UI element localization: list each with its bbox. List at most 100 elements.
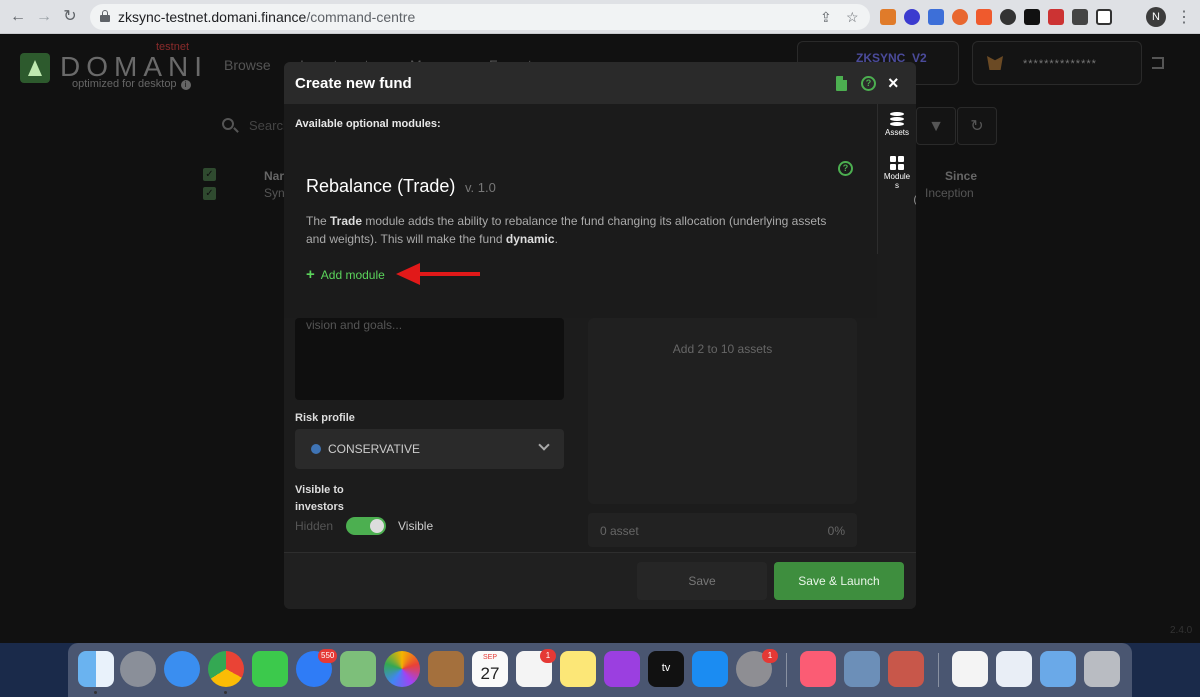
reminders-badge: 1 xyxy=(540,649,556,663)
extension-icon-globe[interactable] xyxy=(1000,9,1016,25)
pdf-icon[interactable] xyxy=(836,76,847,91)
extension-icon-burst[interactable] xyxy=(952,9,968,25)
asset-count: 0 asset xyxy=(600,524,639,538)
facetime-icon[interactable] xyxy=(252,651,288,687)
modal-footer: Save Save & Launch xyxy=(284,552,916,609)
calendar-icon[interactable]: SEP 27 xyxy=(472,651,508,687)
module-version: v. 1.0 xyxy=(465,180,496,195)
refresh-button[interactable]: ↻ xyxy=(957,107,997,145)
chrome-icon[interactable] xyxy=(208,651,244,687)
bookmark-star-icon[interactable]: ☆ xyxy=(846,9,859,26)
document-stack-icon[interactable] xyxy=(996,651,1032,687)
module-card-rebalance: Rebalance (Trade) v. 1.0 The Trade modul… xyxy=(284,162,877,318)
notes-icon[interactable] xyxy=(560,651,596,687)
visible-label-line2: investors xyxy=(295,501,344,513)
checkbox-1[interactable]: ✓ xyxy=(203,168,216,181)
logo-subtitle: optimized for desktop i xyxy=(72,78,191,90)
assets-placeholder: Add 2 to 10 assets xyxy=(672,342,773,356)
module-description: The Trade module adds the ability to reb… xyxy=(306,214,827,246)
add-module-button[interactable]: + Add module xyxy=(306,266,385,283)
extension-icon-k[interactable] xyxy=(928,9,944,25)
extension-icon-2[interactable] xyxy=(904,9,920,25)
puzzle-icon[interactable] xyxy=(1072,9,1088,25)
nav-browse[interactable]: Browse xyxy=(224,57,271,73)
visible-label-line1: Visible to xyxy=(295,484,344,496)
logout-icon[interactable] xyxy=(1152,57,1164,69)
column-since: Since xyxy=(945,169,978,183)
filter-button[interactable]: ▼ xyxy=(916,107,956,145)
modal-header: Create new fund ? × xyxy=(284,62,916,104)
asset-percent: 0% xyxy=(827,524,845,538)
podcasts-icon[interactable] xyxy=(604,651,640,687)
chevron-down-icon xyxy=(538,439,550,451)
toggle-hidden-label: Hidden xyxy=(295,519,334,533)
extension-icon-5[interactable] xyxy=(976,9,992,25)
metamask-extension-icon[interactable] xyxy=(880,9,896,25)
wallet-pill[interactable]: ************** xyxy=(972,41,1142,85)
asset-summary: 0 asset 0% xyxy=(588,513,857,547)
dock-separator xyxy=(938,653,939,687)
help-icon[interactable]: ? xyxy=(861,76,876,91)
settings-badge: 1 xyxy=(762,649,778,663)
app-icon-grid[interactable] xyxy=(888,651,924,687)
save-launch-button[interactable]: Save & Launch xyxy=(774,562,904,600)
modules-panel: Available optional modules: ? Rebalance … xyxy=(284,104,877,318)
rail-assets[interactable]: Assets xyxy=(878,112,916,137)
red-arrow-annotation xyxy=(396,263,480,285)
preview-icon[interactable] xyxy=(844,651,880,687)
create-fund-modal: Create new fund ? × vision and goals... … xyxy=(284,62,916,609)
safari-icon[interactable] xyxy=(164,651,200,687)
music-icon[interactable] xyxy=(800,651,836,687)
assets-dropzone[interactable]: Add 2 to 10 assets xyxy=(588,318,857,504)
more-menu-icon[interactable]: ⋮ xyxy=(1176,7,1192,27)
extensions-area xyxy=(880,8,1112,26)
apple-tv-icon[interactable]: tv xyxy=(648,651,684,687)
rail-modules[interactable]: Module s xyxy=(878,156,916,190)
contacts-icon[interactable] xyxy=(428,651,464,687)
browser-toolbar: ← → ↻ zksync-testnet.domani.finance/comm… xyxy=(0,0,1200,34)
risk-color-dot xyxy=(311,444,321,454)
downloads-folder-icon[interactable] xyxy=(1040,651,1076,687)
visibility-toggle[interactable] xyxy=(346,517,386,535)
extension-icon-8[interactable] xyxy=(1048,9,1064,25)
photos-icon[interactable] xyxy=(384,651,420,687)
dock-separator xyxy=(786,653,787,687)
lock-icon xyxy=(100,10,110,22)
metamask-fox-icon xyxy=(987,56,1003,70)
plus-icon: + xyxy=(306,266,315,283)
modal-side-rail: Assets Module s xyxy=(877,104,916,254)
reload-icon[interactable]: ↻ xyxy=(60,7,80,27)
toggle-visible-label: Visible xyxy=(398,519,434,533)
png-file-icon[interactable] xyxy=(952,651,988,687)
coins-icon xyxy=(890,112,904,126)
app-version: 2.4.0 xyxy=(1170,625,1193,636)
sidepanel-icon[interactable] xyxy=(1096,9,1112,25)
column-name: Nar xyxy=(264,169,285,183)
finder-icon[interactable] xyxy=(78,651,114,687)
modal-title: Create new fund xyxy=(295,75,412,92)
domani-logo-icon xyxy=(20,53,50,83)
app-store-icon[interactable] xyxy=(692,651,728,687)
maps-icon[interactable] xyxy=(340,651,376,687)
forward-arrow-icon[interactable]: → xyxy=(34,7,54,27)
running-indicator xyxy=(224,691,227,694)
close-icon[interactable]: × xyxy=(888,73,899,94)
back-arrow-icon[interactable]: ← xyxy=(8,7,28,27)
share-icon[interactable]: ⇪ xyxy=(820,9,832,26)
messages-badge: 550 xyxy=(318,649,338,663)
info-icon[interactable]: i xyxy=(180,80,191,90)
save-button[interactable]: Save xyxy=(637,562,767,600)
launchpad-icon[interactable] xyxy=(120,651,156,687)
trash-icon[interactable] xyxy=(1084,651,1120,687)
url-text: zksync-testnet.domani.finance/command-ce… xyxy=(118,9,416,25)
running-indicator xyxy=(94,691,97,694)
module-name: Rebalance (Trade) xyxy=(306,176,456,196)
profile-avatar[interactable]: N xyxy=(1146,7,1166,27)
risk-profile-select[interactable]: CONSERVATIVE xyxy=(295,429,564,469)
checkbox-2[interactable]: ✓ xyxy=(203,187,216,200)
address-bar[interactable]: zksync-testnet.domani.finance/command-ce… xyxy=(90,4,870,30)
extension-icon-7[interactable] xyxy=(1024,9,1040,25)
modules-heading: Available optional modules: xyxy=(295,118,441,130)
search-icon xyxy=(222,118,234,130)
column-since-sub: Inception xyxy=(925,186,974,200)
